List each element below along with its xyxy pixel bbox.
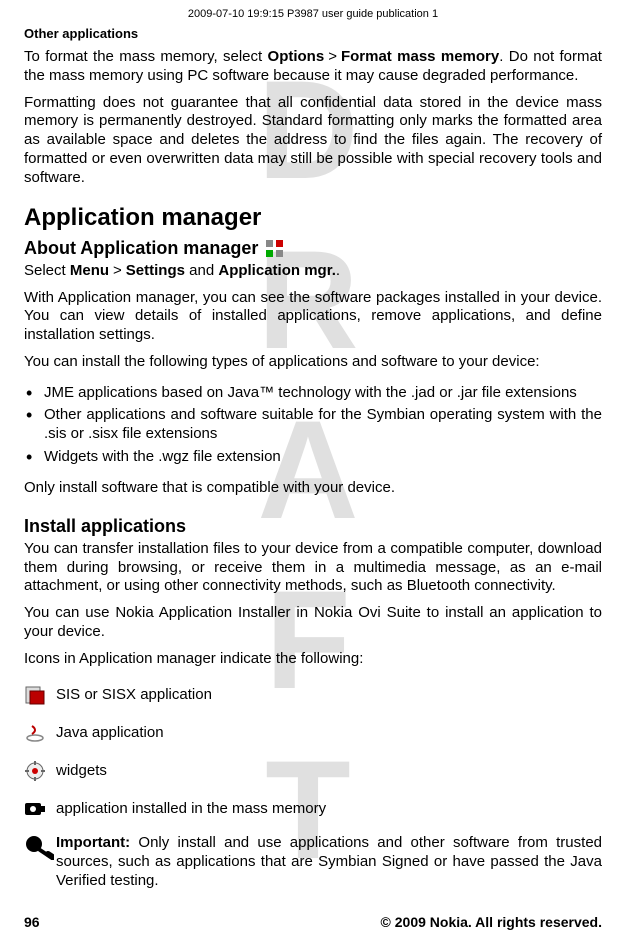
heading-text: About Application manager [24, 237, 258, 260]
icon-row-mass-memory: application installed in the mass memory [24, 798, 602, 820]
icon-label: widgets [56, 762, 107, 781]
section-header: Other applications [24, 26, 602, 42]
para-format-warning: Formatting does not guarantee that all c… [24, 94, 602, 188]
install-types-list: JME applications based on Java™ technolo… [24, 384, 602, 471]
para-icons-intro: Icons in Application manager indicate th… [24, 650, 602, 669]
important-label: Important: [56, 834, 130, 851]
para-ovi: You can use Nokia Application Installer … [24, 604, 602, 642]
icon-row-java: Java application [24, 722, 602, 744]
page-number: 96 [24, 914, 40, 932]
important-icon [24, 834, 54, 860]
text: . [336, 262, 340, 279]
heading-about-app-manager: About Application manager [24, 237, 602, 260]
para-format-intro: To format the mass memory, select Option… [24, 48, 602, 86]
options-label: Options [268, 48, 325, 65]
widgets-icon [24, 760, 46, 782]
header-timestamp: 2009-07-10 19:9:15 P3987 user guide publ… [24, 8, 602, 22]
heading-app-manager: Application manager [24, 203, 602, 233]
copyright: © 2009 Nokia. All rights reserved. [381, 914, 602, 932]
icon-row-sis: SIS or SISX application [24, 684, 602, 706]
para-install-types: You can install the following types of a… [24, 353, 602, 372]
para-appmgr-desc: With Application manager, you can see th… [24, 289, 602, 345]
icon-label: application installed in the mass memory [56, 800, 326, 819]
app-mgr-label: Application mgr. [218, 262, 336, 279]
icon-label: SIS or SISX application [56, 686, 212, 705]
text: To format the mass memory, select [24, 48, 268, 65]
list-item: Other applications and software suitable… [24, 406, 602, 444]
list-item: Widgets with the .wgz file extension [24, 448, 602, 467]
important-text: Only install and use applications and ot… [56, 834, 602, 889]
gt: > [113, 262, 122, 281]
footer: 96 © 2009 Nokia. All rights reserved. [24, 904, 602, 932]
heading-install-apps: Install applications [24, 515, 602, 538]
mass-memory-icon [24, 798, 46, 820]
icon-row-widgets: widgets [24, 760, 602, 782]
important-note: Important: Only install and use applicat… [24, 834, 602, 890]
app-manager-icon [264, 238, 286, 260]
format-mass-memory-label: Format mass memory [341, 48, 499, 65]
menu-label: Menu [70, 262, 109, 279]
para-compat: Only install software that is compatible… [24, 479, 602, 498]
settings-label: Settings [126, 262, 185, 279]
gt: > [328, 48, 337, 67]
java-icon [24, 722, 46, 744]
text: Select [24, 262, 70, 279]
icon-label: Java application [56, 724, 164, 743]
sis-icon [24, 684, 46, 706]
list-item: JME applications based on Java™ technolo… [24, 384, 602, 403]
para-transfer: You can transfer installation files to y… [24, 540, 602, 596]
text: and [185, 262, 218, 279]
para-select-path: Select Menu>Settings and Application mgr… [24, 262, 602, 281]
